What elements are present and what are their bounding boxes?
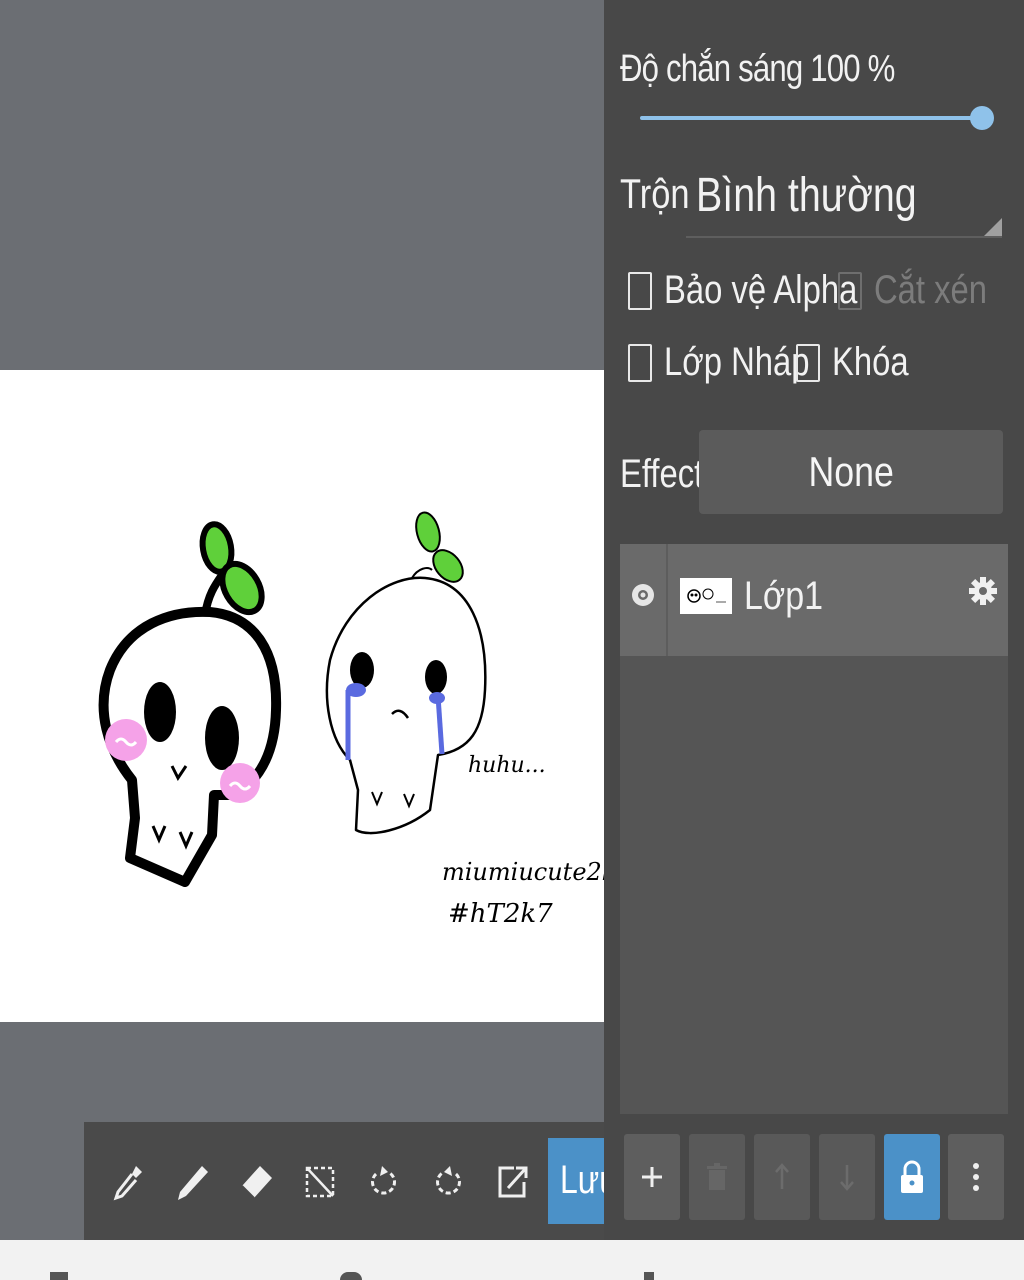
layer-name: Lớp1 [744,574,824,618]
system-navigation-bar [0,1240,1024,1280]
redo-icon[interactable] [430,1162,466,1202]
lock-checkbox[interactable]: Khóa [796,340,925,385]
effect-value: None [808,448,894,495]
layer-thumbnail [680,578,732,614]
export-icon[interactable] [494,1162,530,1202]
opacity-value: 100 [810,48,860,90]
blend-mode-select[interactable]: Bình thường [686,166,1002,238]
canvas-workspace[interactable]: huhu... miumiucute2k7 #hT2k7 [0,0,604,1240]
opacity-slider-thumb[interactable] [970,106,994,130]
opacity-label-text: Độ chắn sáng [620,48,803,90]
signature-text: miumiucute2k7 [442,858,604,886]
lock-layer-button[interactable] [884,1134,940,1220]
opacity-slider-track [640,116,988,120]
save-button-label: Lưu [560,1158,604,1202]
save-button[interactable]: Lưu [548,1138,604,1224]
clipping-checkbox: Cắt xén [838,268,1012,313]
opacity-unit: % [867,48,896,90]
layer-list[interactable]: Lớp1 [620,544,1008,1114]
layer-properties-panel: Độ chắn sáng 100 % Trộn Bình thường Bảo … [604,0,1024,1240]
checkbox-box [628,271,652,310]
bottom-toolbar: Lưu [84,1122,604,1240]
clipping-label: Cắt xén [874,268,988,312]
layer-item[interactable]: Lớp1 [620,544,1008,656]
dropdown-arrow-icon [984,218,1002,236]
effect-label: Effect [620,452,704,496]
opacity-label: Độ chắn sáng 100 % [620,48,895,91]
arrow-down-icon [840,1165,854,1191]
add-icon [642,1167,662,1187]
gear-icon[interactable] [968,576,998,606]
handwriting-text: huhu... [468,753,546,778]
lock-label: Khóa [832,340,909,384]
layer-divider [666,544,668,656]
move-layer-up-button[interactable] [754,1134,810,1220]
undo-icon[interactable] [366,1162,402,1202]
alpha-protect-label: Bảo vệ Alpha [664,268,858,312]
canvas-drawing: huhu... miumiucute2k7 #hT2k7 [98,511,604,929]
pen-icon[interactable] [174,1162,210,1202]
lock-icon [901,1160,923,1193]
move-layer-down-button[interactable] [819,1134,875,1220]
signature-tag-text: #hT2k7 [448,899,553,929]
opacity-slider[interactable] [640,106,994,130]
eyedropper-icon[interactable] [110,1162,146,1202]
effect-button[interactable]: None [699,430,1003,514]
home-icon[interactable] [340,1272,362,1280]
trash-icon [707,1163,727,1190]
draft-layer-label: Lớp Nháp [664,340,810,384]
blend-mode-value: Bình thường [696,169,917,222]
drawing-canvas[interactable]: huhu... miumiucute2k7 #hT2k7 [0,370,604,1022]
deselect-icon[interactable] [302,1162,338,1202]
checkbox-box [796,343,820,382]
layer-tools-bar [604,1134,1024,1220]
add-layer-button[interactable] [624,1134,680,1220]
checkbox-box [838,271,862,310]
delete-layer-button[interactable] [689,1134,745,1220]
eye-icon[interactable] [630,582,656,608]
checkbox-box [628,343,652,382]
arrow-up-icon [775,1163,789,1189]
blend-mode-label: Trộn [620,170,690,217]
more-vertical-icon [973,1163,979,1191]
more-options-button[interactable] [948,1134,1004,1220]
recent-apps-icon[interactable] [50,1272,68,1280]
eraser-icon[interactable] [238,1162,274,1202]
back-icon[interactable] [644,1272,654,1280]
